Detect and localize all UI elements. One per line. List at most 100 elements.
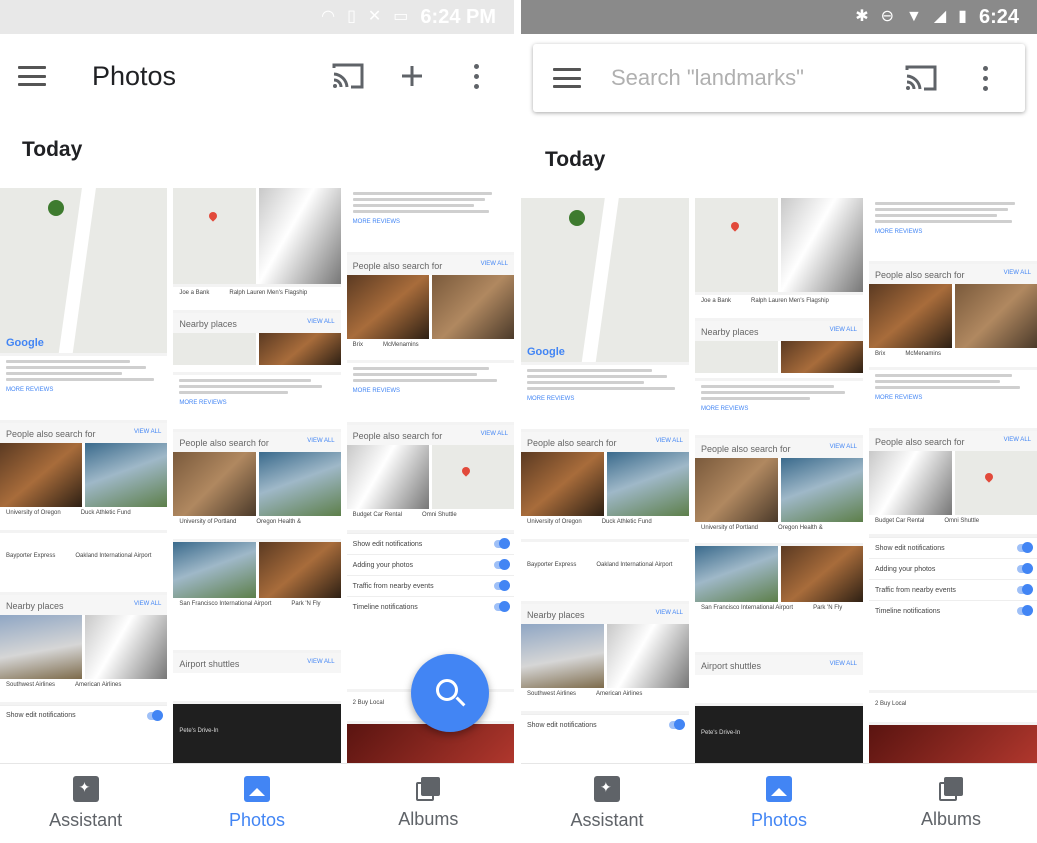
place-card: Bayporter Express Oakland International A… (521, 542, 689, 601)
place-name: San Francisco International Airport (179, 601, 272, 608)
view-all-link: VIEW ALL (133, 429, 162, 436)
place-name: Pete's Drive-In (179, 728, 219, 735)
place-name: Duck Athletic Fund (601, 519, 652, 526)
search-icon (436, 679, 458, 701)
nav-albums[interactable]: Albums (865, 764, 1037, 843)
search-bar[interactable]: Search "landmarks" (533, 44, 1025, 112)
nav-label: Albums (398, 809, 459, 829)
review-snippet: MORE REVIEWS (173, 374, 341, 430)
map-tile: Google (0, 188, 168, 354)
more-reviews-link: MORE REVIEWS (352, 388, 400, 395)
section-title-today: Today (22, 138, 83, 161)
phone-screen-right: ✱ ⊖ ▼ ◢ ▮ 6:24 Search "landmarks" Today … (521, 0, 1037, 843)
view-all-link: VIEW ALL (655, 438, 683, 445)
screenshot-thumbnail[interactable]: Joe a Bank Ralph Lauren Men's Flagship Ne… (173, 188, 341, 763)
tree-marker-icon (569, 210, 585, 226)
place-name: Ralph Lauren Men's Flagship (751, 297, 829, 304)
view-all-link: VIEW ALL (480, 261, 508, 268)
section-title-today: Today (545, 148, 606, 171)
overflow-menu-icon[interactable] (456, 56, 496, 96)
nearby-places-card: Nearby places VIEW ALL Southwest Airlines… (0, 594, 168, 702)
review-snippet: MORE REVIEWS (869, 198, 1037, 262)
nav-photos[interactable]: Photos (693, 764, 865, 843)
nearby-places-card: Nearby places VIEW ALL Southwest Airlines… (521, 603, 689, 712)
albums-icon (939, 777, 963, 801)
bluetooth-icon: ✱ (855, 8, 869, 25)
place-name: San Francisco International Airport (701, 605, 794, 612)
screenshot-thumbnail[interactable]: Joe a Bank Ralph Lauren Men's Flagship Ne… (695, 198, 863, 763)
review-snippet: MORE REVIEWS (0, 356, 168, 421)
search-input[interactable]: Search "landmarks" (611, 65, 901, 91)
people-also-search-card: People also search for VIEW ALL Universit… (695, 437, 863, 544)
overflow-menu-icon[interactable] (965, 58, 1005, 98)
view-all-link: VIEW ALL (829, 660, 857, 667)
airport-shuttles-card: Airport shuttles VIEW ALL (695, 654, 863, 703)
more-reviews-link: MORE REVIEWS (875, 395, 923, 402)
airport-shuttles-card: Airport shuttles VIEW ALL (173, 652, 341, 702)
tree-marker-icon (48, 200, 64, 216)
cast-icon[interactable] (328, 56, 368, 96)
place-name: Oregon Health & (778, 524, 823, 531)
view-all-link: VIEW ALL (829, 326, 857, 333)
menu-icon[interactable] (553, 68, 581, 88)
nearby-places-card: Nearby places VIEW ALL (695, 320, 863, 379)
people-also-search-card: People also search for VIEW ALL Universit… (173, 432, 341, 540)
place-name: Joe a Bank (179, 289, 210, 296)
sim-icon: ▯ (347, 8, 356, 25)
screenshot-thumbnail[interactable]: MORE REVIEWS People also search for VIEW … (869, 198, 1037, 763)
card-heading: People also search for (179, 438, 269, 449)
nav-photos[interactable]: Photos (171, 764, 342, 843)
screenshot-thumbnail[interactable]: Google MORE REVIEWS People also search f… (521, 198, 689, 763)
setting-toggle (1017, 542, 1033, 554)
place-name: Southwest Airlines (527, 690, 577, 697)
place-card: San Francisco International Airport Park … (173, 542, 341, 650)
status-time: 6:24 (978, 5, 1019, 28)
more-reviews-link: MORE REVIEWS (179, 399, 227, 406)
place-name: Budget Car Rental (875, 517, 925, 524)
more-reviews-link: MORE REVIEWS (352, 219, 400, 225)
photo-strip (346, 724, 514, 763)
place-name: Oakland International Airport (596, 562, 673, 569)
setting-toggle (1017, 563, 1033, 575)
nav-assistant[interactable]: Assistant (521, 764, 693, 843)
screenshot-thumbnail[interactable]: Google MORE REVIEWS People also search f… (0, 188, 168, 763)
view-all-link: VIEW ALL (307, 658, 335, 665)
bottom-navigation: Assistant Photos Albums (0, 763, 514, 843)
nav-albums[interactable]: Albums (343, 764, 514, 843)
nav-label: Photos (228, 810, 286, 830)
place-name: Oakland International Airport (75, 553, 152, 560)
setting-label: Timeline notifications (875, 607, 941, 615)
place-name: Southwest Airlines (6, 681, 56, 688)
setting-label: Traffic from nearby events (352, 582, 434, 590)
photos-icon (766, 776, 792, 802)
google-logo: Google (6, 337, 44, 350)
place-card (173, 188, 341, 284)
screenshot-divider (514, 0, 521, 843)
setting-label: Timeline notifications (352, 603, 418, 611)
setting-label: Adding your photos (352, 561, 413, 569)
search-fab[interactable] (411, 654, 489, 732)
more-reviews-link: MORE REVIEWS (527, 395, 575, 402)
notification-setting: Show edit notifications (521, 714, 689, 763)
add-icon[interactable] (392, 56, 432, 96)
do-not-disturb-icon: ⊖ (880, 8, 894, 25)
place-name: University of Oregon (527, 519, 582, 526)
menu-icon[interactable] (18, 66, 46, 86)
place-card-dark: Pete's Drive-In (173, 704, 341, 763)
notification-settings-card: Show edit notifications Adding your phot… (869, 537, 1037, 691)
nav-assistant[interactable]: Assistant (0, 764, 171, 843)
people-also-search-card: People also search for VIEW ALL Budget Ca… (869, 430, 1037, 535)
people-also-search-card: People also search for VIEW ALL Brix McMen… (869, 264, 1037, 368)
nearby-places-card: Nearby places VIEW ALL (173, 312, 341, 372)
cast-icon[interactable] (901, 58, 941, 98)
review-snippet: MORE REVIEWS (521, 364, 689, 430)
setting-label: Show edit notifications (352, 540, 423, 548)
more-reviews-link: MORE REVIEWS (6, 387, 54, 394)
local-card: 2 Buy Local (869, 693, 1037, 722)
people-also-search-card: People also search for VIEW ALL Universit… (521, 432, 689, 540)
view-all-link: VIEW ALL (133, 600, 162, 607)
card-heading: Nearby places (179, 318, 237, 329)
place-name: Oregon Health & (256, 519, 302, 526)
setting-toggle (493, 559, 510, 571)
review-snippet: MORE REVIEWS (695, 381, 863, 435)
